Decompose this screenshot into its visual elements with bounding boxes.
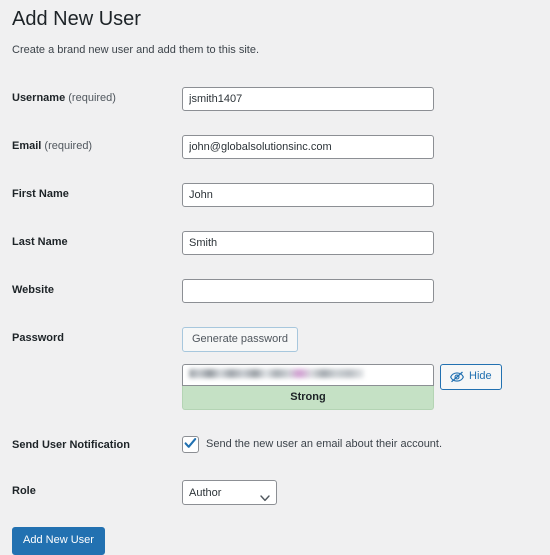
form-row-last-name: Last Name	[12, 219, 538, 267]
form-row-website: Website	[12, 267, 538, 315]
label-first-name-text: First Name	[12, 188, 69, 200]
send-notification-checkbox[interactable]	[182, 436, 199, 453]
label-role-text: Role	[12, 485, 36, 497]
label-password-text: Password	[12, 332, 64, 344]
label-email: Email (required)	[12, 123, 182, 171]
username-input[interactable]	[182, 87, 434, 111]
password-input[interactable]	[182, 364, 434, 386]
page-title: Add New User	[12, 0, 538, 42]
label-last-name: Last Name	[12, 219, 182, 267]
send-notification-line[interactable]: Send the new user an email about their a…	[182, 434, 538, 453]
first-name-input[interactable]	[182, 183, 434, 207]
add-new-user-submit-button[interactable]: Add New User	[12, 527, 105, 555]
form-row-first-name: First Name	[12, 171, 538, 219]
form-row-password: Password Generate password Strong	[12, 315, 538, 422]
label-username-required: (required)	[65, 92, 116, 104]
hide-password-button[interactable]: Hide	[440, 364, 502, 390]
form-row-send-notification: Send User Notification Send the new user…	[12, 422, 538, 468]
label-website: Website	[12, 267, 182, 315]
hide-password-label: Hide	[469, 371, 492, 382]
eye-slash-icon	[450, 371, 464, 383]
label-password: Password	[12, 315, 182, 422]
label-send-user-notification-text: Send User Notification	[12, 439, 130, 451]
password-strength-indicator: Strong	[182, 386, 434, 410]
generate-password-button[interactable]: Generate password	[182, 327, 298, 352]
form-row-role: Role Author	[12, 468, 538, 517]
last-name-input[interactable]	[182, 231, 434, 255]
form-row-username: Username (required)	[12, 75, 538, 123]
label-email-required: (required)	[41, 140, 92, 152]
form-row-email: Email (required)	[12, 123, 538, 171]
add-user-form: Username (required) Email (required) Fir…	[12, 75, 538, 518]
label-first-name: First Name	[12, 171, 182, 219]
page-subtitle: Create a brand new user and add them to …	[12, 42, 538, 75]
role-select[interactable]: Author	[182, 480, 277, 505]
send-notification-label: Send the new user an email about their a…	[206, 438, 442, 450]
password-stack: Strong	[182, 364, 434, 410]
label-send-user-notification: Send User Notification	[12, 422, 182, 468]
label-role: Role	[12, 468, 182, 517]
password-entry-row: Strong Hide	[182, 364, 538, 410]
email-input[interactable]	[182, 135, 434, 159]
add-new-user-page: Add New User Create a brand new user and…	[0, 0, 550, 555]
label-website-text: Website	[12, 284, 54, 296]
website-input[interactable]	[182, 279, 434, 303]
submit-area: Add New User	[12, 517, 538, 555]
label-username: Username (required)	[12, 75, 182, 123]
password-field-holder	[182, 364, 434, 386]
role-select-wrap: Author	[182, 480, 277, 505]
label-last-name-text: Last Name	[12, 236, 68, 248]
label-email-text: Email	[12, 140, 41, 152]
label-username-text: Username	[12, 92, 65, 104]
